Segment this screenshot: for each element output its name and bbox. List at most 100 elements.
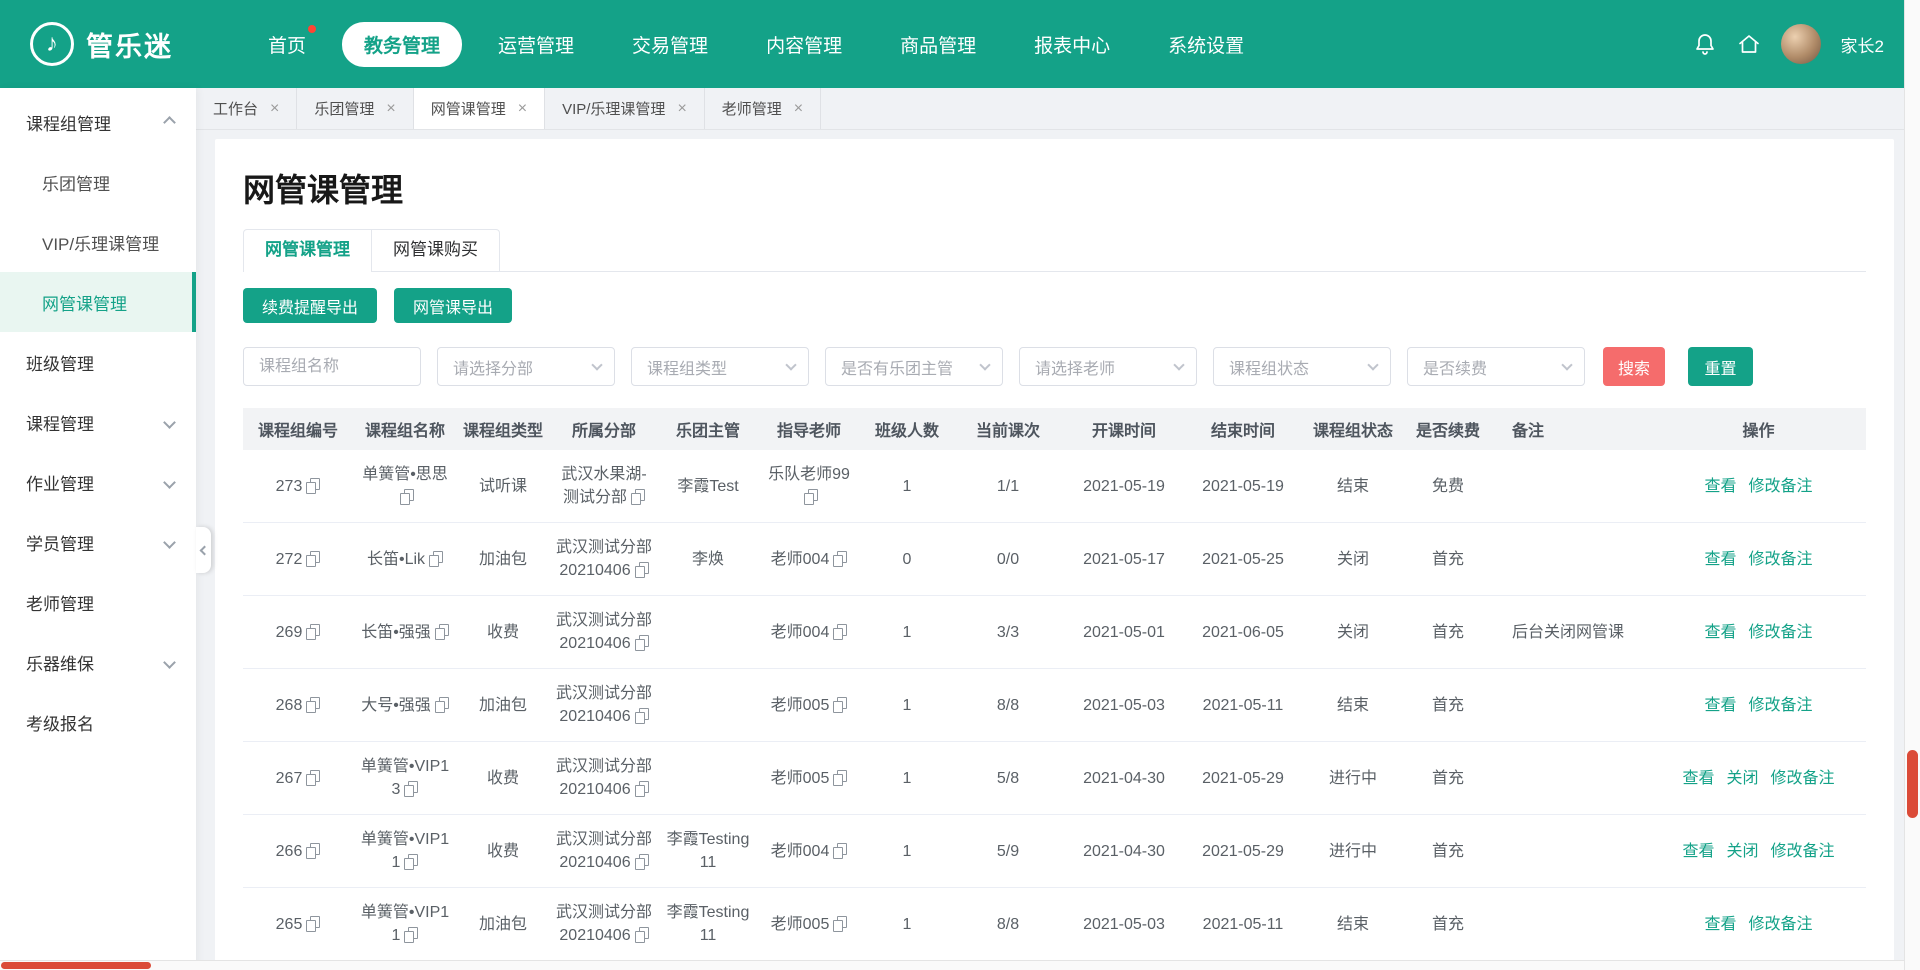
topnav-item-5[interactable]: 商品管理 bbox=[878, 22, 998, 67]
copy-icon[interactable] bbox=[306, 478, 320, 494]
reset-button[interactable]: 重置 bbox=[1688, 347, 1753, 386]
sidebar-item-6[interactable]: 作业管理 bbox=[0, 452, 196, 512]
sidebar-collapse-handle[interactable] bbox=[196, 527, 211, 573]
edit-remark-link[interactable]: 修改备注 bbox=[1749, 916, 1813, 933]
edit-remark-link[interactable]: 修改备注 bbox=[1749, 551, 1813, 568]
sidebar-item-0[interactable]: 课程组管理 bbox=[0, 92, 196, 152]
copy-icon[interactable] bbox=[635, 708, 649, 724]
search-button[interactable]: 搜索 bbox=[1603, 347, 1665, 386]
copy-icon[interactable] bbox=[429, 551, 443, 567]
workspace-tab-0[interactable]: 工作台× bbox=[196, 88, 297, 129]
course-group-name-input[interactable] bbox=[243, 347, 421, 386]
sidebar-item-7[interactable]: 学员管理 bbox=[0, 512, 196, 572]
page-tabs: 网管课管理网管课购买 bbox=[243, 229, 1866, 272]
user-name[interactable]: 家长2 bbox=[1841, 32, 1884, 57]
copy-icon[interactable] bbox=[833, 916, 847, 932]
view-link[interactable]: 查看 bbox=[1704, 697, 1736, 714]
copy-icon[interactable] bbox=[306, 697, 320, 713]
sidebar-item-10[interactable]: 考级报名 bbox=[0, 692, 196, 752]
copy-icon[interactable] bbox=[306, 916, 320, 932]
topnav-item-7[interactable]: 系统设置 bbox=[1146, 22, 1266, 67]
copy-icon[interactable] bbox=[635, 781, 649, 797]
sidebar-item-2[interactable]: VIP/乐理课管理 bbox=[0, 212, 196, 272]
view-link[interactable]: 查看 bbox=[1704, 478, 1736, 495]
edit-remark-link[interactable]: 修改备注 bbox=[1771, 770, 1835, 787]
tab-close-icon[interactable]: × bbox=[386, 101, 395, 117]
avatar[interactable] bbox=[1781, 24, 1821, 64]
sidebar-item-9[interactable]: 乐器维保 bbox=[0, 632, 196, 692]
copy-icon[interactable] bbox=[631, 489, 645, 505]
view-link[interactable]: 查看 bbox=[1682, 843, 1714, 860]
horizontal-scrollbar-thumb[interactable] bbox=[1, 962, 151, 969]
copy-icon[interactable] bbox=[306, 843, 320, 859]
view-link[interactable]: 查看 bbox=[1704, 916, 1736, 933]
copy-icon[interactable] bbox=[635, 562, 649, 578]
topnav-item-0[interactable]: 首页 bbox=[246, 22, 328, 67]
home-icon[interactable] bbox=[1737, 32, 1761, 56]
copy-icon[interactable] bbox=[400, 489, 414, 505]
band-manager-select[interactable]: 是否有乐团主管 bbox=[825, 347, 1003, 386]
copy-icon[interactable] bbox=[306, 624, 320, 640]
renew-select[interactable]: 是否续费 bbox=[1407, 347, 1585, 386]
sidebar-item-3[interactable]: 网管课管理 bbox=[0, 272, 196, 332]
teacher-select[interactable]: 请选择老师 bbox=[1019, 347, 1197, 386]
copy-icon[interactable] bbox=[306, 770, 320, 786]
tab-close-icon[interactable]: × bbox=[794, 101, 803, 117]
sidebar-item-4[interactable]: 班级管理 bbox=[0, 332, 196, 392]
copy-icon[interactable] bbox=[435, 697, 449, 713]
close-link[interactable]: 关闭 bbox=[1726, 843, 1758, 860]
tab-close-icon[interactable]: × bbox=[270, 101, 279, 117]
brand[interactable]: ♪ 管乐迷 bbox=[30, 22, 200, 66]
course-group-table: 课程组编号课程组名称课程组类型所属分部乐团主管指导老师班级人数当前课次开课时间结… bbox=[243, 408, 1866, 970]
vertical-scrollbar[interactable] bbox=[1904, 0, 1920, 970]
copy-icon[interactable] bbox=[435, 624, 449, 640]
copy-icon[interactable] bbox=[635, 927, 649, 943]
view-link[interactable]: 查看 bbox=[1682, 770, 1714, 787]
online-course-export-button[interactable]: 网管课导出 bbox=[394, 288, 512, 323]
topnav-item-2[interactable]: 运营管理 bbox=[476, 22, 596, 67]
copy-icon[interactable] bbox=[306, 551, 320, 567]
course-group-type-select[interactable]: 课程组类型 bbox=[631, 347, 809, 386]
topnav-item-6[interactable]: 报表中心 bbox=[1012, 22, 1132, 67]
copy-icon[interactable] bbox=[833, 697, 847, 713]
vertical-scrollbar-thumb[interactable] bbox=[1907, 750, 1918, 818]
page-tab-1[interactable]: 网管课购买 bbox=[372, 229, 500, 271]
renewal-reminder-export-button[interactable]: 续费提醒导出 bbox=[243, 288, 377, 323]
view-link[interactable]: 查看 bbox=[1704, 624, 1736, 641]
sidebar-item-8[interactable]: 老师管理 bbox=[0, 572, 196, 632]
course-group-status-select[interactable]: 课程组状态 bbox=[1213, 347, 1391, 386]
horizontal-scrollbar[interactable] bbox=[0, 960, 1904, 970]
sidebar-item-1[interactable]: 乐团管理 bbox=[0, 152, 196, 212]
copy-icon[interactable] bbox=[404, 781, 418, 797]
select-placeholder: 是否有乐团主管 bbox=[841, 355, 953, 379]
copy-icon[interactable] bbox=[833, 551, 847, 567]
tab-close-icon[interactable]: × bbox=[677, 101, 686, 117]
copy-icon[interactable] bbox=[635, 854, 649, 870]
workspace-tab-1[interactable]: 乐团管理× bbox=[297, 88, 413, 129]
branch-select[interactable]: 请选择分部 bbox=[437, 347, 615, 386]
edit-remark-link[interactable]: 修改备注 bbox=[1771, 843, 1835, 860]
edit-remark-link[interactable]: 修改备注 bbox=[1749, 478, 1813, 495]
topnav-item-1[interactable]: 教务管理 bbox=[342, 22, 462, 67]
copy-icon[interactable] bbox=[635, 635, 649, 651]
sidebar-item-5[interactable]: 课程管理 bbox=[0, 392, 196, 452]
page-tab-0[interactable]: 网管课管理 bbox=[243, 229, 372, 271]
edit-remark-link[interactable]: 修改备注 bbox=[1749, 697, 1813, 714]
cell-text: 老师005 bbox=[771, 770, 830, 787]
close-link[interactable]: 关闭 bbox=[1726, 770, 1758, 787]
copy-icon[interactable] bbox=[833, 843, 847, 859]
copy-icon[interactable] bbox=[404, 854, 418, 870]
copy-icon[interactable] bbox=[833, 770, 847, 786]
edit-remark-link[interactable]: 修改备注 bbox=[1749, 624, 1813, 641]
copy-icon[interactable] bbox=[804, 489, 818, 505]
workspace-tab-4[interactable]: 老师管理× bbox=[705, 88, 821, 129]
copy-icon[interactable] bbox=[404, 927, 418, 943]
workspace-tab-2[interactable]: 网管课管理× bbox=[414, 88, 545, 129]
workspace-tab-3[interactable]: VIP/乐理课管理× bbox=[545, 88, 705, 129]
copy-icon[interactable] bbox=[833, 624, 847, 640]
tab-close-icon[interactable]: × bbox=[518, 101, 527, 117]
view-link[interactable]: 查看 bbox=[1704, 551, 1736, 568]
topnav-item-4[interactable]: 内容管理 bbox=[744, 22, 864, 67]
bell-icon[interactable] bbox=[1693, 31, 1717, 57]
topnav-item-3[interactable]: 交易管理 bbox=[610, 22, 730, 67]
